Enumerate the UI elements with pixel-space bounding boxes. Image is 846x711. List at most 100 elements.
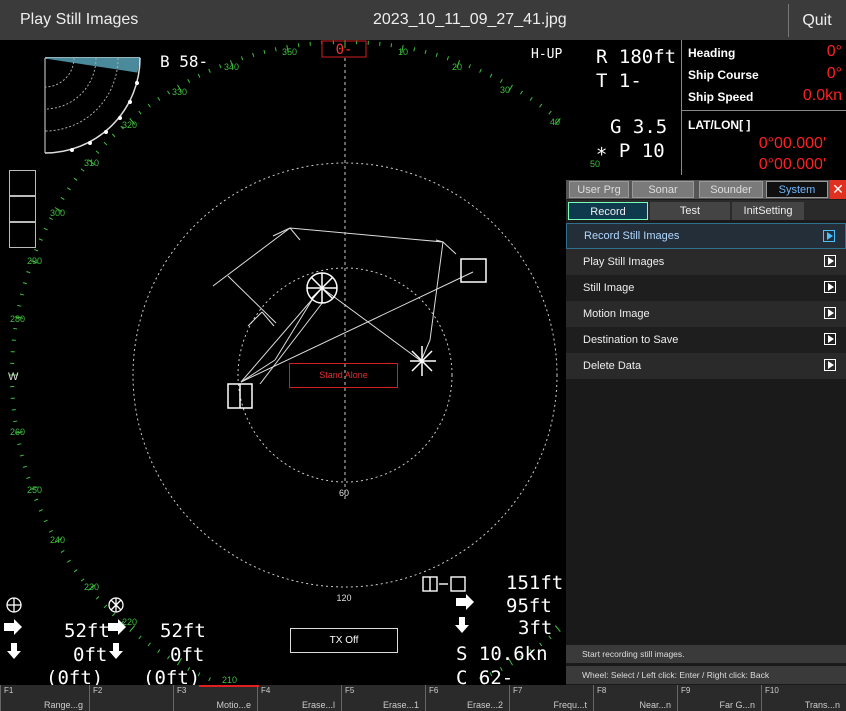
key-number: F4 (261, 686, 271, 695)
ship-course-value: 0° (826, 65, 842, 82)
longitude-value: 0°00.000' (758, 156, 826, 173)
tab-sounder[interactable]: Sounder (699, 181, 763, 198)
key-label: Trans...n (804, 700, 840, 710)
f10-key[interactable]: F10 Trans...n (761, 685, 846, 711)
left-depth-3: (0ft) (46, 667, 103, 685)
play-icon (824, 333, 836, 345)
target-icon-left (6, 597, 22, 613)
menu-item-delete-data[interactable]: Delete Data (566, 353, 846, 379)
file-name: 2023_10_11_09_27_41.jpg (373, 11, 567, 28)
bearing-readout: B 58- (160, 52, 208, 71)
f4-key[interactable]: F4 Erase...l (257, 685, 341, 711)
tx-off-button[interactable]: TX Off (290, 628, 398, 653)
ship-course-readout: C 62- (456, 667, 513, 685)
tab-initsetting[interactable]: InitSetting (732, 202, 804, 220)
play-icon (824, 281, 836, 293)
key-number: F5 (345, 686, 355, 695)
bearing-tick (111, 133, 116, 138)
bearing-tick (167, 90, 171, 95)
down-arrow-icon (109, 643, 123, 659)
bearing-tick (95, 150, 100, 154)
menu-item-destination-to-save[interactable]: Destination to Save (566, 327, 846, 353)
left-depth-2: 0ft (73, 644, 107, 666)
quit-button[interactable]: Quit (788, 4, 845, 37)
bearing-tick (548, 110, 552, 115)
bearing-tick (197, 73, 201, 78)
bearing-tick (103, 141, 108, 146)
key-number: F6 (429, 686, 439, 695)
bearing-tick (489, 73, 493, 78)
target-icon-mid (108, 597, 124, 613)
bearing-tick (66, 559, 71, 563)
bearing-tick (13, 327, 18, 330)
cross-target-icon (410, 346, 436, 376)
bearing-tick (208, 677, 211, 682)
tab-sonar[interactable]: Sonar (632, 181, 694, 198)
side-box[interactable] (9, 170, 36, 196)
key-label: Erase...1 (382, 700, 419, 710)
bearing-tick (187, 78, 191, 83)
bearing-tick (34, 498, 39, 501)
bearing-tick (26, 476, 31, 479)
bearing-tick (219, 64, 222, 69)
key-number: F8 (597, 686, 607, 695)
f7-key[interactable]: F7 Frequ...t (509, 685, 593, 711)
f6-key[interactable]: F6 Erase...2 (425, 685, 509, 711)
play-icon (824, 255, 836, 267)
tab-user-prg[interactable]: User Prg (569, 181, 629, 198)
range-value-1: 151ft (506, 572, 563, 594)
mid-depth-3: (0ft) (143, 667, 200, 685)
bearing-tick (48, 529, 53, 533)
f2-key[interactable]: F2 (89, 685, 173, 711)
range-label-60: 60 (339, 488, 349, 498)
square-target-icon (460, 258, 487, 283)
menu-sub-tabs: Record Test InitSetting (566, 200, 846, 220)
bearing-tick (208, 68, 211, 73)
bearing-tick (17, 304, 22, 307)
bearing-tick (499, 78, 503, 83)
close-icon[interactable]: ✕ (830, 180, 846, 199)
bearing-tick (138, 635, 142, 640)
menu-item-label: Play Still Images (583, 256, 665, 268)
menu-item-still-image[interactable]: Still Image (566, 275, 846, 301)
menu-item-record-still-images[interactable]: Record Still Images (566, 223, 846, 249)
bearing-tick (297, 43, 300, 48)
f1-key[interactable]: F1 Range...g (0, 685, 89, 711)
menu-item-play-still-images[interactable]: Play Still Images (566, 249, 846, 275)
tilt-readout: T 1- (596, 70, 642, 92)
side-box[interactable] (9, 222, 36, 248)
f3-key[interactable]: F3 Motio...e (173, 685, 259, 711)
bearing-tick (73, 177, 78, 181)
bearing-label: 240 (50, 535, 65, 545)
heading-label: Heading (688, 46, 736, 60)
bearing-tick (147, 103, 151, 108)
mid-depth-1: 52ft (160, 620, 206, 642)
bearing-tick (43, 519, 48, 523)
bearing-tick (424, 49, 427, 54)
tab-test[interactable]: Test (650, 202, 730, 220)
tab-system[interactable]: System (766, 181, 828, 198)
app-title: Play Still Images (20, 11, 139, 28)
bearing-tick (60, 197, 65, 201)
key-number: F10 (765, 686, 779, 695)
bearing-tick (13, 420, 18, 423)
bearing-label: 210 (222, 675, 237, 685)
key-label: Near...n (639, 700, 671, 710)
system-menu: User Prg Sonar Sounder System ✕ Record T… (566, 180, 846, 685)
right-arrow-icon (456, 594, 474, 610)
menu-item-motion-image[interactable]: Motion Image (566, 301, 846, 327)
bearing-tick (147, 642, 151, 647)
f9-key[interactable]: F9 Far G...n (677, 685, 761, 711)
ship-info-panel: Heading 0° Ship Course 0° Ship Speed 0.0… (681, 40, 846, 175)
tab-record[interactable]: Record (568, 202, 648, 220)
bearing-tick (390, 43, 393, 48)
ship-speed-value: 0.0kn (802, 87, 842, 104)
f5-key[interactable]: F5 Erase...1 (341, 685, 425, 711)
f8-key[interactable]: F8 Near...n (593, 685, 677, 711)
bearing-tick (34, 249, 39, 252)
side-box[interactable] (9, 196, 36, 222)
key-number: F1 (4, 686, 14, 695)
menu-item-label: Record Still Images (584, 230, 680, 242)
key-number: F9 (681, 686, 691, 695)
bearing-tick (519, 90, 523, 95)
